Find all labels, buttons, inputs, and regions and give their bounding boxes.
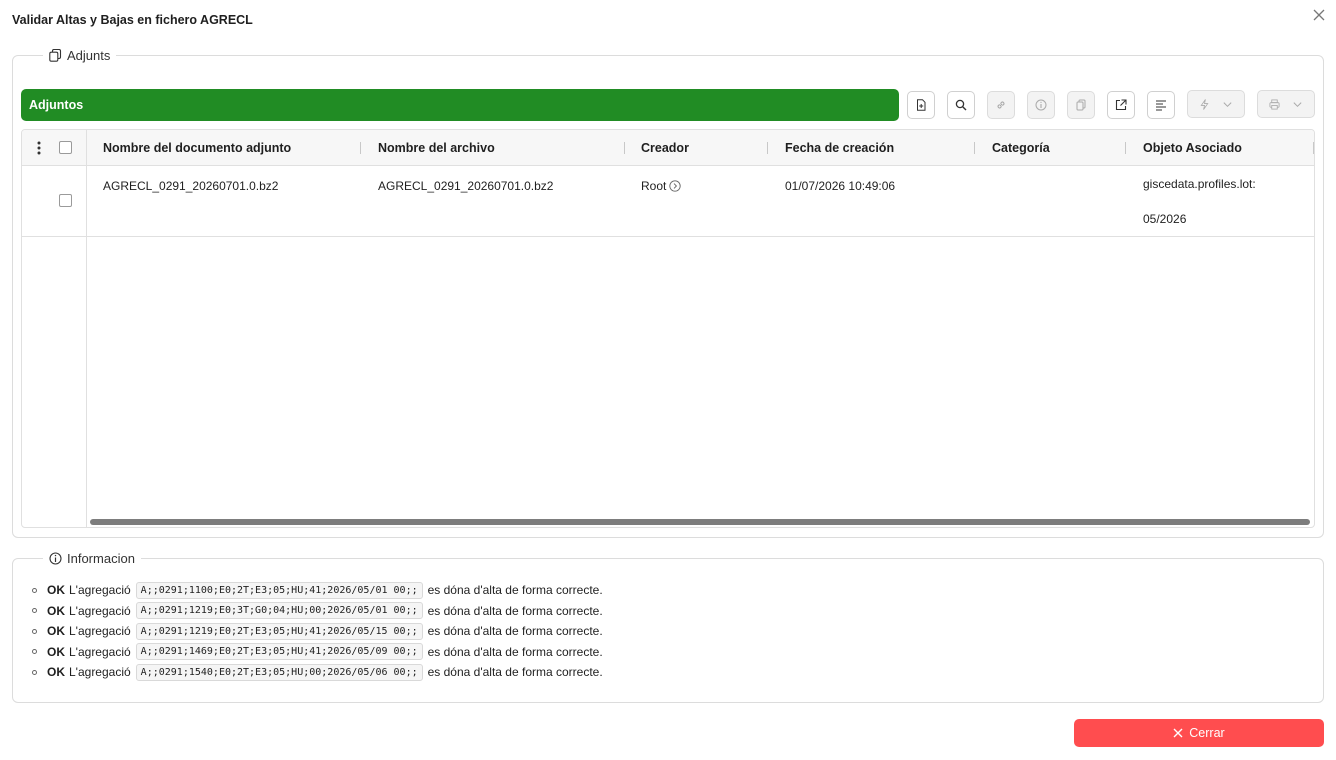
print-dropdown[interactable] [1257,90,1315,118]
lightning-icon [1200,98,1209,110]
item-suffix: es dóna d'alta de forma correcte. [427,644,603,659]
bullet-icon [32,628,37,634]
link-icon [997,101,1005,109]
aggregation-code: A;;0291;1219;E0;2T;E3;05;HU;41;2026/05/1… [135,622,423,640]
column-resize-handle[interactable] [360,142,361,154]
info-legend: Informacion [43,551,141,566]
object-line-1: giscedata.profiles.lot: [1143,177,1256,191]
new-document-button[interactable] [907,91,935,119]
column-header-document-name[interactable]: Nombre del documento adjunto [103,130,291,166]
close-icon[interactable] [1311,7,1327,23]
bullet-icon [32,649,37,655]
column-resize-handle[interactable] [624,142,625,154]
new-document-icon [917,99,926,111]
column-header-file-name[interactable]: Nombre del archivo [378,130,495,166]
column-menu-icon[interactable] [37,141,41,155]
column-resize-handle[interactable] [1125,142,1126,154]
dialog-title: Validar Altas y Bajas en fichero AGRECL [12,13,253,27]
item-prefix: L'agregació [69,665,131,680]
column-resize-handle[interactable] [1313,142,1314,154]
item-suffix: es dóna d'alta de forma correcte. [427,603,603,618]
adjunts-legend-label: Adjunts [67,48,111,63]
copy-icon [1076,99,1086,111]
open-external-icon [1115,99,1127,111]
open-external-button[interactable] [1107,91,1135,119]
link-button[interactable] [987,91,1015,119]
item-prefix: L'agregació [69,603,131,618]
column-resize-handle[interactable] [974,142,975,154]
status-label: OK [47,665,65,680]
bullet-icon [32,669,37,675]
attachments-header-bar: Adjuntos [21,89,899,121]
object-line-2: 05/2026 [1143,212,1187,226]
attachments-table: Nombre del documento adjunto Nombre del … [21,129,1315,528]
item-prefix: L'agregació [69,624,131,639]
open-record-icon[interactable] [669,180,682,192]
item-suffix: es dóna d'alta de forma correcte. [427,624,603,639]
selection-column-divider [86,237,87,527]
list-item: OK L'agregació A;;0291;1219;E0;2T;E3;05;… [30,621,603,642]
horizontal-scrollbar[interactable] [90,519,1310,525]
aggregation-code: A;;0291;1219;E0;3T;G0;04;HU;00;2026/05/0… [135,602,423,620]
status-label: OK [47,603,65,618]
printer-icon [1269,99,1280,109]
align-left-button[interactable] [1147,91,1175,119]
item-prefix: L'agregació [69,644,131,659]
cell-creator[interactable]: Root [641,179,682,193]
bullet-icon [32,608,37,614]
list-item: OK L'agregació A;;0291;1469;E0;2T;E3;05;… [30,642,603,663]
status-label: OK [47,624,65,639]
column-header-object[interactable]: Objeto Asociado [1143,130,1242,166]
cell-file-name: AGRECL_0291_20260701.0.bz2 [378,179,554,193]
column-resize-handle[interactable] [767,142,768,154]
table-row[interactable]: AGRECL_0291_20260701.0.bz2 AGRECL_0291_2… [22,166,1314,237]
validation-results-list: OK L'agregació A;;0291;1100;E0;2T;E3;05;… [30,580,603,683]
info-icon [1035,99,1047,111]
list-item: OK L'agregació A;;0291;1100;E0;2T;E3;05;… [30,580,603,601]
close-button-label: Cerrar [1189,726,1225,740]
status-label: OK [47,583,65,598]
actions-dropdown[interactable] [1187,90,1245,118]
cell-document-name: AGRECL_0291_20260701.0.bz2 [103,179,279,193]
item-suffix: es dóna d'alta de forma correcte. [427,583,603,598]
chevron-down-icon [1223,101,1232,107]
column-header-category[interactable]: Categoría [992,130,1050,166]
aggregation-code: A;;0291;1100;E0;2T;E3;05;HU;41;2026/05/0… [135,581,423,599]
item-suffix: es dóna d'alta de forma correcte. [427,665,603,680]
adjunts-legend: Adjunts [43,48,116,63]
info-button[interactable] [1027,91,1055,119]
close-button[interactable]: Cerrar [1074,719,1324,747]
cell-created: 01/07/2026 10:49:06 [785,179,896,193]
copy-button[interactable] [1067,91,1095,119]
chevron-down-icon [1293,101,1302,107]
aggregation-code: A;;0291;1540;E0;2T;E3;05;HU;00;2026/05/0… [135,663,423,681]
cell-object: giscedata.profiles.lot: 05/2026 [1143,167,1256,237]
status-label: OK [47,644,65,659]
list-item: OK L'agregació A;;0291;1219;E0;3T;G0;04;… [30,601,603,622]
creator-name: Root [641,179,667,193]
align-left-icon [1156,100,1166,111]
column-header-creator[interactable]: Creador [641,130,689,166]
select-all-checkbox[interactable] [59,141,72,154]
column-header-created[interactable]: Fecha de creación [785,130,894,166]
search-button[interactable] [947,91,975,119]
search-icon [955,99,967,111]
item-prefix: L'agregació [69,583,131,598]
info-legend-label: Informacion [67,551,135,566]
attachments-icon [49,49,62,62]
info-icon [49,552,62,565]
list-item: OK L'agregació A;;0291;1540;E0;2T;E3;05;… [30,662,603,683]
bullet-icon [32,587,37,593]
close-icon [1173,728,1183,738]
aggregation-code: A;;0291;1469;E0;2T;E3;05;HU;41;2026/05/0… [135,643,423,661]
